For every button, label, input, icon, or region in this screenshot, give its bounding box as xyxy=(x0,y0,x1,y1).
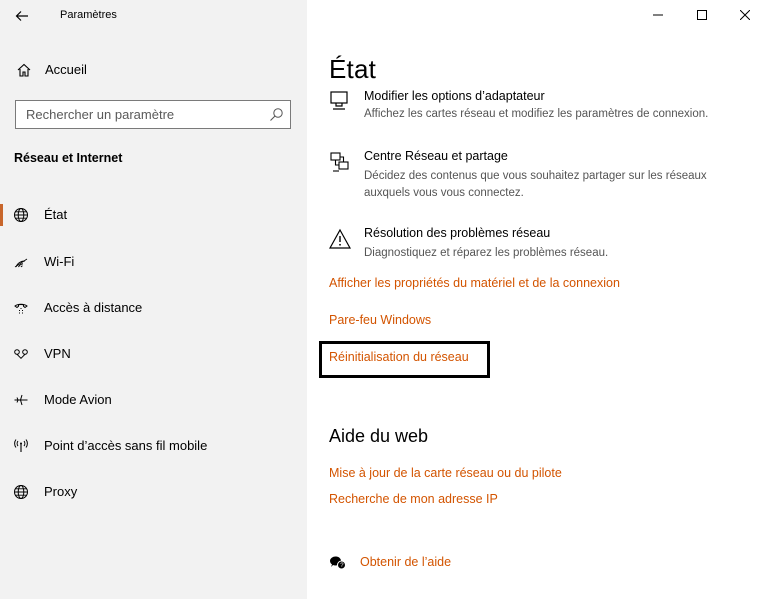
minimize-icon xyxy=(653,14,663,16)
sidebar-item-label: Wi-Fi xyxy=(44,254,75,269)
sidebar-item-acces-distance[interactable]: Accès à distance xyxy=(0,291,307,325)
web-help-title: Aide du web xyxy=(329,426,429,446)
app-title: Paramètres xyxy=(60,9,117,21)
wifi-icon xyxy=(14,258,28,268)
option-title: Centre Réseau et partage xyxy=(364,149,508,163)
sidebar-item-label: Point d’accès sans fil mobile xyxy=(44,438,208,453)
sidebar-item-vpn[interactable]: VPN xyxy=(0,337,307,371)
network-reset-link[interactable]: Réinitialisation du réseau xyxy=(329,350,469,364)
get-help-link[interactable]: ? Obtenir de l’aide xyxy=(329,552,529,574)
sidebar-item-label: Accès à distance xyxy=(44,300,143,315)
sidebar-item-etat[interactable]: État xyxy=(0,198,307,232)
warning-icon xyxy=(329,228,351,249)
selected-indicator xyxy=(0,204,3,226)
dialup-icon xyxy=(14,303,28,314)
option-desc: Décidez des contenus que vous souhaitez … xyxy=(364,170,707,199)
hardware-properties-link[interactable]: Afficher les propriétés du matériel et d… xyxy=(329,276,620,290)
sidebar-item-proxy[interactable]: Proxy xyxy=(0,475,307,509)
airplane-icon xyxy=(14,394,28,406)
search-icon[interactable] xyxy=(269,107,284,122)
sidebar-item-label: Accueil xyxy=(45,62,87,77)
option-troubleshoot[interactable]: Résolution des problèmes réseau Diagnost… xyxy=(329,226,749,262)
back-button[interactable] xyxy=(12,6,32,26)
network-share-icon xyxy=(330,152,349,172)
maximize-icon xyxy=(697,10,707,20)
option-title: Résolution des problèmes réseau xyxy=(364,226,551,240)
close-button[interactable] xyxy=(725,0,765,30)
option-network-center[interactable]: Centre Réseau et partage Décidez des con… xyxy=(329,149,749,201)
sidebar-item-label: Mode Avion xyxy=(44,392,112,407)
vpn-icon xyxy=(14,349,28,360)
back-arrow-icon xyxy=(15,11,28,21)
sidebar-item-mode-avion[interactable]: Mode Avion xyxy=(0,383,307,417)
find-ip-link[interactable]: Recherche de mon adresse IP xyxy=(329,492,498,506)
sidebar-item-label: État xyxy=(44,207,68,222)
monitor-icon xyxy=(330,91,348,110)
get-help-label: Obtenir de l’aide xyxy=(360,555,452,569)
sidebar-item-home[interactable]: Accueil xyxy=(0,56,307,84)
option-title: Modifier les options d’adaptateur xyxy=(364,89,545,103)
globe-icon xyxy=(14,485,28,499)
option-desc: Affichez les cartes réseau et modifiez l… xyxy=(364,108,709,120)
update-driver-link[interactable]: Mise à jour de la carte réseau ou du pil… xyxy=(329,466,562,480)
search-input[interactable] xyxy=(16,101,256,128)
help-chat-icon: ? xyxy=(330,556,346,570)
maximize-button[interactable] xyxy=(682,0,722,30)
sidebar-item-hotspot[interactable]: Point d’accès sans fil mobile xyxy=(0,429,307,463)
section-title: Réseau et Internet xyxy=(14,151,123,165)
page-title: État xyxy=(329,54,377,84)
option-adapter[interactable]: Modifier les options d’adaptateur Affich… xyxy=(329,86,749,124)
sidebar-item-label: VPN xyxy=(44,346,71,361)
close-icon xyxy=(740,10,750,20)
main-content: État Modifier les options d’adaptateur A… xyxy=(307,0,768,599)
minimize-button[interactable] xyxy=(638,0,678,30)
sidebar-item-label: Proxy xyxy=(44,484,78,499)
sidebar-item-wifi[interactable]: Wi-Fi xyxy=(0,245,307,279)
hotspot-icon xyxy=(14,439,28,452)
search-box[interactable] xyxy=(15,100,291,129)
firewall-link[interactable]: Pare-feu Windows xyxy=(329,313,431,327)
option-desc: Diagnostiquez et réparez les problèmes r… xyxy=(364,247,609,259)
home-icon xyxy=(17,63,31,77)
sidebar: Paramètres Accueil Réseau et Internet Ét… xyxy=(0,0,307,599)
globe-icon xyxy=(14,208,28,222)
